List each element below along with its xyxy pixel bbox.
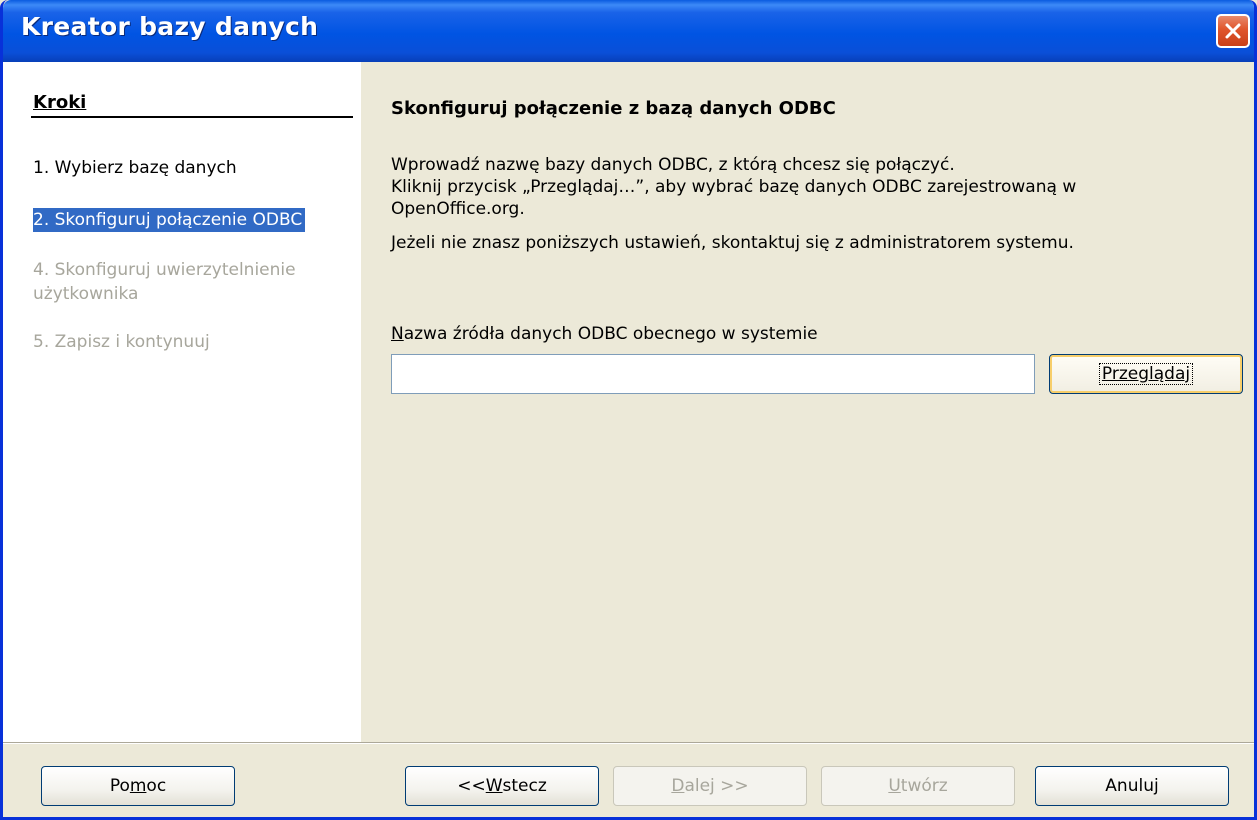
cancel-label: Anuluj (1105, 776, 1159, 796)
create-button: Utwórz (821, 766, 1015, 806)
browse-button-label: Przeglądaj (1098, 363, 1194, 385)
description-line-3: OpenOffice.org. (391, 199, 525, 219)
back-label-b: stecz (502, 776, 547, 796)
next-label-b: alej >> (684, 776, 749, 796)
odbc-source-label-text: azwa źródła danych ODBC obecnego w syste… (403, 324, 818, 344)
help-label-b: oc (146, 776, 167, 796)
description-line-4: Jeżeli nie znasz poniższych ustawień, sk… (391, 233, 1074, 253)
step-configure-odbc[interactable]: 2. Skonfiguruj połączenie ODBC (33, 208, 306, 232)
create-label-b: twórz (900, 776, 948, 796)
help-label-a: Po (109, 776, 130, 796)
description-line-1: Wprowadź nazwę bazy danych ODBC, z którą… (391, 155, 955, 175)
title-bar[interactable]: Kreator bazy danych (3, 0, 1254, 62)
help-button[interactable]: Po m oc (41, 766, 235, 806)
back-label-a: << (457, 776, 486, 796)
step-select-database[interactable]: 1. Wybierz bazę danych (33, 156, 237, 180)
close-icon (1225, 23, 1241, 39)
help-label-mn: m (129, 776, 147, 796)
mnemonic-n: N (391, 324, 404, 344)
create-label-mn: U (888, 776, 901, 796)
step-configure-auth-line2: użytkownika (33, 284, 139, 304)
next-button: Dalej >> (613, 766, 807, 806)
main-panel: Skonfiguruj połączenie z bazą danych ODB… (359, 62, 1254, 742)
window-title: Kreator bazy danych (21, 12, 319, 41)
steps-heading: Kroki (33, 92, 87, 113)
odbc-source-label: Nazwa źródła danych ODBC obecnego w syst… (391, 324, 818, 344)
browse-button[interactable]: Przeglądaj (1049, 354, 1243, 394)
steps-sidebar: Kroki 1. Wybierz bazę danych 2. Skonfigu… (3, 62, 359, 742)
steps-divider (31, 116, 353, 118)
back-label-mn: W (485, 776, 503, 796)
description-line-2: Kliknij przycisk „Przeglądaj…”, aby wybr… (391, 177, 1077, 197)
close-button[interactable] (1216, 14, 1250, 48)
step-save-continue: 5. Zapisz i kontynuuj (33, 332, 210, 352)
wizard-window: Kreator bazy danych Kroki 1. Wybierz baz… (0, 0, 1257, 820)
page-title: Skonfiguruj połączenie z bazą danych ODB… (391, 98, 836, 119)
odbc-source-input[interactable] (391, 354, 1035, 394)
next-label-mn: D (671, 776, 685, 796)
footer-divider (3, 742, 1254, 744)
step-configure-auth: 4. Skonfiguruj uwierzytelnienie (33, 260, 296, 280)
back-button[interactable]: << Wstecz (405, 766, 599, 806)
cancel-button[interactable]: Anuluj (1035, 766, 1229, 806)
